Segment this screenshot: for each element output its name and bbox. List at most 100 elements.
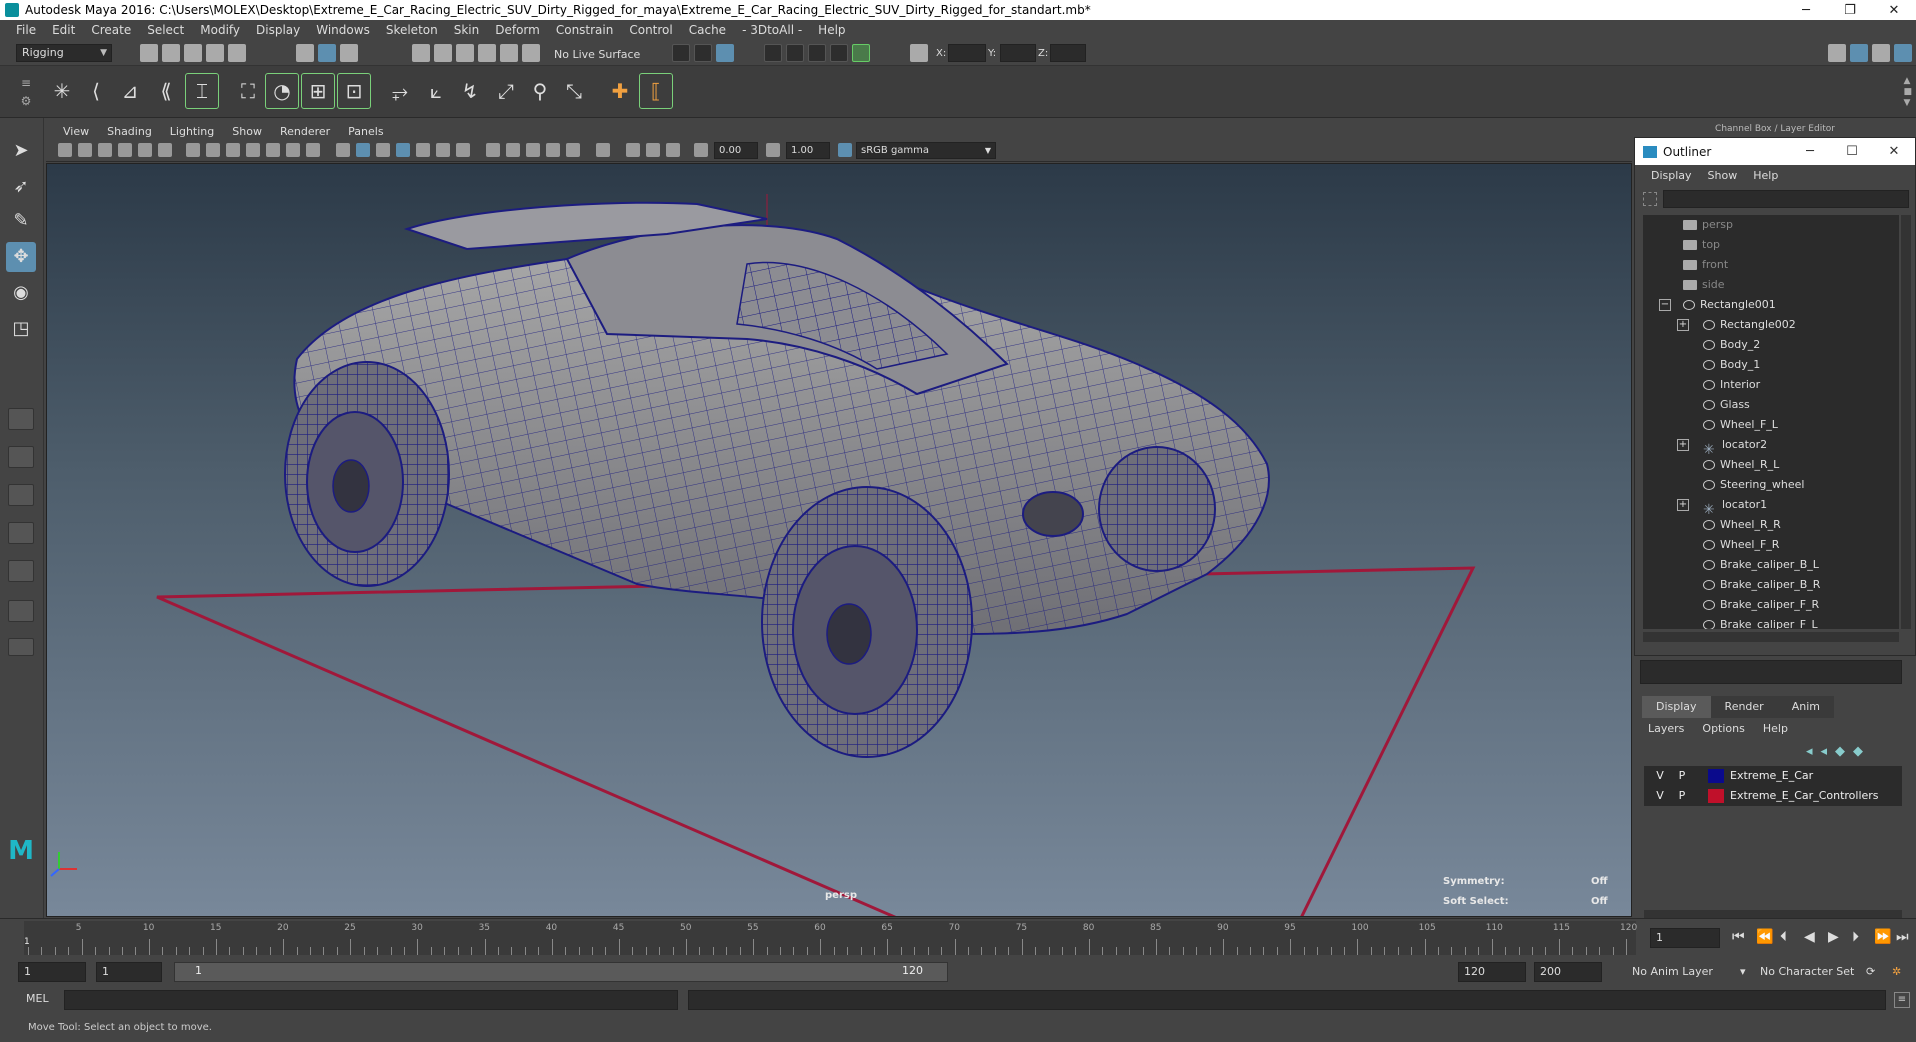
pole-vector-icon[interactable]: ⤡: [558, 74, 590, 108]
outliner-item-wheel-f-r[interactable]: Wheel_F_R: [1643, 535, 1899, 555]
script-editor-icon[interactable]: ≡: [1894, 992, 1910, 1008]
outliner-item-brake-caliper-f-l[interactable]: Brake_caliper_F_L: [1643, 615, 1899, 629]
xray-active-icon[interactable]: [626, 143, 640, 157]
layer-menu-help[interactable]: Help: [1763, 722, 1788, 735]
menu-select[interactable]: Select: [139, 23, 192, 37]
outliner-item-brake-caliper-b-r[interactable]: Brake_caliper_B_R: [1643, 575, 1899, 595]
default-material-icon[interactable]: [376, 143, 390, 157]
auto-key-icon[interactable]: ⟳: [1866, 962, 1875, 982]
persp-outliner-layout-icon[interactable]: [8, 484, 34, 506]
xray-icon[interactable]: [416, 143, 430, 157]
backface-culling-icon[interactable]: [646, 143, 660, 157]
channel-box-icon[interactable]: [1894, 44, 1912, 62]
panel-menu-show[interactable]: Show: [223, 125, 271, 138]
aim-constraint-icon[interactable]: ↯: [454, 74, 486, 108]
smooth-bind-icon[interactable]: ◔: [265, 73, 299, 109]
outliner-vertical-scrollbar[interactable]: [1901, 215, 1911, 629]
go-to-end-icon[interactable]: ⏭: [1896, 929, 1909, 945]
expand-icon[interactable]: +: [1677, 319, 1689, 331]
shelf-scroll-icon[interactable]: ▲ ■ ▼: [1903, 76, 1912, 109]
ipr-render-icon[interactable]: [786, 44, 804, 62]
four-view-layout-icon[interactable]: [8, 446, 34, 468]
tab-render-layers[interactable]: Render: [1710, 696, 1778, 718]
wireframe-on-shaded-icon[interactable]: [396, 143, 410, 157]
animation-start-field[interactable]: 1: [18, 962, 86, 982]
expand-icon[interactable]: +: [1677, 499, 1689, 511]
exposure-field[interactable]: 0.00: [714, 142, 758, 159]
layer-color-swatch[interactable]: [1708, 789, 1724, 803]
layer-action-icons[interactable]: ◂◂◆◆: [1806, 744, 1871, 759]
playback-start-field[interactable]: 1: [96, 962, 162, 982]
step-forward-frame-icon[interactable]: ⏵: [1852, 929, 1859, 945]
outliner-item-interior[interactable]: Interior: [1643, 375, 1899, 395]
play-forwards-icon[interactable]: ▶: [1828, 929, 1839, 945]
panel-menu-renderer[interactable]: Renderer: [271, 125, 339, 138]
layer-playback-toggle[interactable]: P: [1674, 766, 1690, 786]
command-language-label[interactable]: MEL: [26, 992, 49, 1005]
hypershade-layout-icon[interactable]: [8, 560, 34, 582]
layer-row-extreme-e-car-controllers[interactable]: V P Extreme_E_Car_Controllers: [1644, 786, 1902, 806]
input-output-icon[interactable]: [672, 44, 690, 62]
panel-menu-panels[interactable]: Panels: [339, 125, 392, 138]
grid-toggle-icon[interactable]: [186, 143, 200, 157]
x-input[interactable]: [948, 44, 986, 62]
menu-modify[interactable]: Modify: [192, 23, 248, 37]
menu-windows[interactable]: Windows: [308, 23, 378, 37]
go-to-start-icon[interactable]: ⏮: [1732, 929, 1745, 945]
redo-icon[interactable]: [228, 44, 246, 62]
modeling-toolkit-icon[interactable]: [1828, 44, 1846, 62]
ambient-occlusion-icon[interactable]: [526, 143, 540, 157]
rotate-tool-icon[interactable]: ◉: [6, 278, 36, 308]
tab-anim-layers[interactable]: Anim: [1777, 696, 1834, 718]
cluster-icon[interactable]: ⊡: [337, 73, 371, 109]
outliner-item-brake-caliper-f-r[interactable]: Brake_caliper_F_R: [1643, 595, 1899, 615]
tab-display-layers[interactable]: Display: [1642, 696, 1711, 718]
menu-create[interactable]: Create: [83, 23, 139, 37]
grease-pencil-icon[interactable]: [158, 143, 172, 157]
outliner-item-glass[interactable]: Glass: [1643, 395, 1899, 415]
snap-surface-icon[interactable]: [500, 44, 518, 62]
scale-constraint-icon[interactable]: ⤢: [490, 74, 522, 108]
snap-curve-icon[interactable]: [434, 44, 452, 62]
bookmark-icon[interactable]: [98, 143, 112, 157]
wireframe-icon[interactable]: [336, 143, 350, 157]
transform-mode-icon[interactable]: [910, 44, 928, 62]
outliner-menu-help[interactable]: Help: [1745, 169, 1786, 182]
single-perspective-layout-icon[interactable]: [8, 408, 34, 430]
film-gate-icon[interactable]: [206, 143, 220, 157]
render-setup-icon[interactable]: [852, 44, 870, 62]
view-transform-dropdown[interactable]: sRGB gamma ▼: [856, 142, 996, 159]
select-hierarchy-icon[interactable]: [296, 44, 314, 62]
outliner-item-rectangle002[interactable]: + Rectangle002: [1643, 315, 1899, 335]
step-forward-key-icon[interactable]: ⏩: [1874, 929, 1891, 945]
outliner-item-body2[interactable]: Body_2: [1643, 335, 1899, 355]
outliner-filter-icon[interactable]: [1643, 192, 1657, 206]
menu-deform[interactable]: Deform: [487, 23, 548, 37]
ik-spline-icon[interactable]: ⊿: [114, 74, 146, 108]
menu-constrain[interactable]: Constrain: [548, 23, 622, 37]
z-input[interactable]: [1050, 44, 1086, 62]
panel-menu-view[interactable]: View: [54, 125, 98, 138]
lasso-tool-icon[interactable]: ➶: [6, 172, 36, 202]
tool-settings-icon[interactable]: [1872, 44, 1890, 62]
outliner-menu-show[interactable]: Show: [1700, 169, 1746, 182]
gamma-field[interactable]: 1.00: [786, 142, 830, 159]
menu-help[interactable]: Help: [810, 23, 853, 37]
open-scene-icon[interactable]: [162, 44, 180, 62]
shelf-options-icon[interactable]: ≡ ⚙: [18, 74, 34, 110]
outliner-item-side[interactable]: side: [1643, 275, 1899, 295]
outliner-item-wheel-r-r[interactable]: Wheel_R_R: [1643, 515, 1899, 535]
menu-set-dropdown[interactable]: Rigging ▼: [16, 44, 112, 62]
dof-icon[interactable]: [666, 143, 680, 157]
save-scene-icon[interactable]: [184, 44, 202, 62]
panel-menu-shading[interactable]: Shading: [98, 125, 161, 138]
time-ruler[interactable]: 5 10 15 20 25 30 35 40 45 50 55 60 65 70 75 80 85 90 95 100…: [24, 921, 1637, 955]
outliner-minimize-button[interactable]: ─: [1789, 144, 1831, 159]
use-all-lights-icon[interactable]: [486, 143, 500, 157]
step-back-frame-icon[interactable]: ⏴: [1780, 929, 1787, 945]
render-settings-icon[interactable]: [808, 44, 826, 62]
field-chart-icon[interactable]: [266, 143, 280, 157]
minimize-button[interactable]: ─: [1784, 3, 1828, 18]
perspective-viewport[interactable]: persp Symmetry: Off Soft Select: Off: [46, 163, 1632, 917]
select-component-icon[interactable]: [340, 44, 358, 62]
